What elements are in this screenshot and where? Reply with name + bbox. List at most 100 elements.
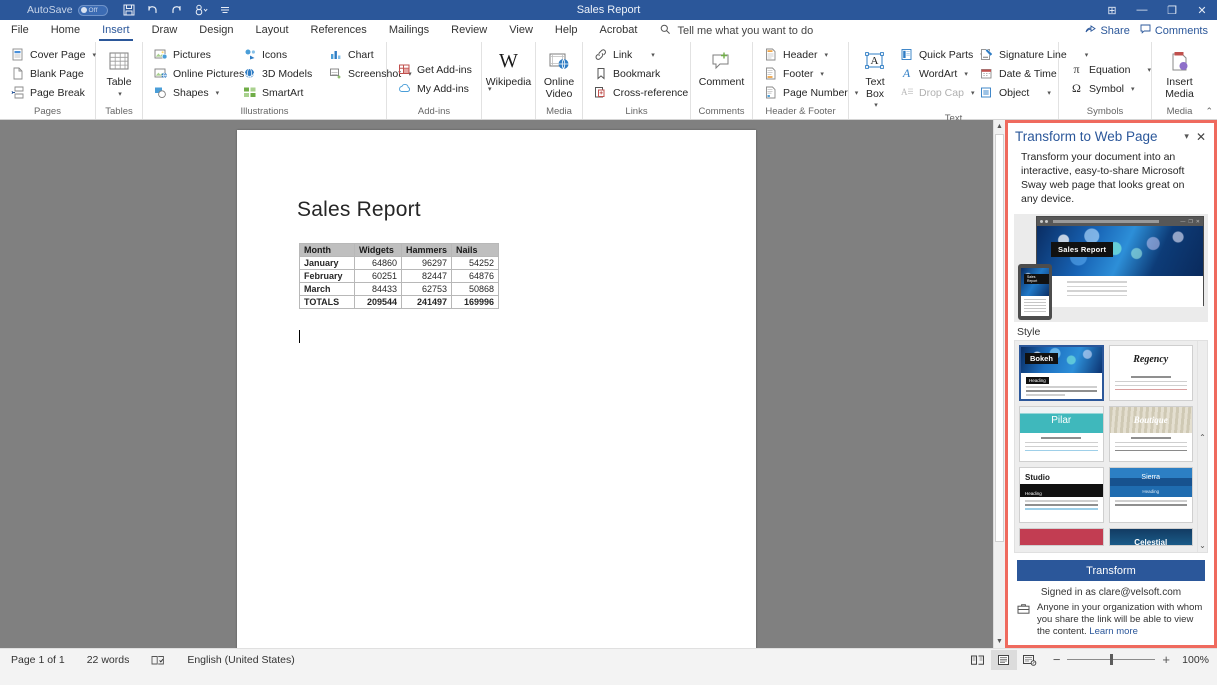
tab-references[interactable]: References	[300, 20, 378, 41]
scrollbar-thumb[interactable]	[995, 134, 1004, 542]
undo-icon[interactable]	[141, 1, 165, 19]
comment-button[interactable]: Comment	[697, 45, 746, 89]
smartart-button[interactable]: SmartArt	[238, 83, 324, 102]
zoom-out-button[interactable]: −	[1053, 652, 1061, 667]
table-button[interactable]: Table ▾	[97, 45, 141, 100]
document-canvas[interactable]: Sales Report Month Widgets Hammers Nails…	[0, 120, 993, 648]
online-video-button[interactable]: Online Video	[537, 45, 581, 100]
chevron-down-icon[interactable]: ▾	[971, 89, 975, 97]
collapse-ribbon-button[interactable]: ⌃	[1205, 106, 1213, 117]
page-indicator[interactable]: Page 1 of 1	[0, 649, 76, 671]
vertical-scrollbar[interactable]: ▲ ▼	[993, 120, 1005, 648]
zoom-control[interactable]: − + 100%	[1043, 652, 1209, 667]
chevron-down-icon[interactable]: ▾	[1047, 89, 1051, 97]
sales-table[interactable]: Month Widgets Hammers Nails January 6486…	[299, 243, 500, 309]
equation-button[interactable]: π Equation ▾	[1065, 60, 1155, 79]
chevron-down-icon[interactable]: ▾	[118, 89, 122, 101]
tab-acrobat[interactable]: Acrobat	[589, 20, 649, 41]
shapes-button[interactable]: Shapes ▾	[149, 83, 238, 102]
3d-models-button[interactable]: 3D Models ▾	[238, 64, 335, 83]
online-pictures-button[interactable]: Online Pictures	[149, 64, 244, 83]
style-thumb-boutique[interactable]: Boutique	[1108, 406, 1193, 462]
get-addins-button[interactable]: Get Add-ins	[393, 60, 495, 79]
my-addins-button[interactable]: My Add-ins ▾	[393, 79, 495, 98]
header-button[interactable]: Header ▾	[759, 45, 862, 64]
screenshot-button[interactable]: Screenshot ▾	[324, 64, 412, 83]
close-button[interactable]: ✕	[1187, 0, 1217, 20]
style-thumb-crimson[interactable]	[1019, 528, 1104, 546]
chevron-down-icon[interactable]: ▾	[824, 51, 828, 59]
pictures-button[interactable]: Pictures	[149, 45, 238, 64]
scroll-down-arrow[interactable]: ⌄	[1199, 541, 1206, 550]
scroll-up-arrow-icon[interactable]: ▲	[994, 120, 1005, 133]
tell-me-search[interactable]: Tell me what you want to do	[660, 20, 813, 41]
print-layout-icon[interactable]	[990, 649, 1017, 670]
language-indicator[interactable]: English (United States)	[176, 649, 305, 671]
style-thumb-celestial[interactable]: Celestial	[1108, 528, 1193, 546]
bookmark-button[interactable]: Bookmark	[589, 64, 692, 83]
symbol-button[interactable]: Ω Symbol ▾	[1065, 79, 1155, 98]
signature-line-button[interactable]: Signature Line ▾	[975, 45, 1088, 64]
save-icon[interactable]	[117, 1, 141, 19]
blank-page-button[interactable]: Blank Page	[6, 64, 100, 83]
close-icon[interactable]: ✕	[1196, 130, 1208, 144]
transform-button[interactable]: Transform	[1017, 560, 1205, 581]
tab-file[interactable]: File	[0, 20, 40, 41]
chevron-down-icon[interactable]: ▾	[651, 51, 655, 59]
autosave-control[interactable]: AutoSave Off	[27, 4, 108, 16]
minimize-button[interactable]: —	[1127, 0, 1157, 20]
tab-review[interactable]: Review	[440, 20, 498, 41]
style-thumb-bokeh[interactable]: Bokeh Heading	[1019, 345, 1104, 401]
tab-layout[interactable]: Layout	[245, 20, 300, 41]
style-thumb-regency[interactable]: Regency	[1108, 345, 1193, 401]
style-thumb-pilar[interactable]: Pilar	[1019, 406, 1104, 462]
autosave-toggle[interactable]: Off	[77, 4, 108, 16]
chevron-down-icon[interactable]: ▾	[874, 100, 878, 112]
page-number-button[interactable]: Page Number ▾	[759, 83, 862, 102]
object-button[interactable]: Object ▾	[975, 83, 1063, 102]
cross-reference-button[interactable]: Cross-reference	[589, 83, 692, 102]
zoom-slider-knob[interactable]	[1109, 654, 1113, 665]
web-layout-icon[interactable]	[1017, 650, 1043, 670]
tab-draw[interactable]: Draw	[141, 20, 189, 41]
maximize-button[interactable]: ❐	[1157, 0, 1187, 20]
cover-page-button[interactable]: Cover Page ▾	[6, 45, 100, 64]
read-mode-icon[interactable]	[965, 650, 991, 670]
tab-design[interactable]: Design	[188, 20, 244, 41]
customize-qat-icon[interactable]	[189, 1, 213, 19]
tab-insert[interactable]: Insert	[91, 20, 141, 41]
wordart-button[interactable]: A WordArt ▾	[895, 64, 975, 83]
style-gallery-scrollbar[interactable]: chevron-up-icon ⌃ ⌄	[1197, 341, 1207, 552]
footer-button[interactable]: Footer ▾	[759, 64, 862, 83]
zoom-in-button[interactable]: +	[1162, 652, 1170, 667]
scroll-down-arrow-icon[interactable]: ▼	[994, 635, 1005, 648]
redo-icon[interactable]	[165, 1, 189, 19]
scroll-up-arrow[interactable]: ⌃	[1199, 433, 1206, 442]
text-box-button[interactable]: A Text Box ▾	[855, 45, 895, 112]
share-button[interactable]: Share	[1085, 24, 1130, 37]
insert-media-button[interactable]: Insert Media	[1158, 45, 1202, 100]
chevron-down-icon[interactable]: ▾	[1177, 131, 1196, 142]
drop-cap-button[interactable]: A Drop Cap ▾	[895, 83, 975, 102]
tab-home[interactable]: Home	[40, 20, 91, 41]
chart-button[interactable]: Chart	[324, 45, 392, 64]
ribbon-display-options-icon[interactable]	[213, 1, 237, 19]
icons-button[interactable]: Icons	[238, 45, 324, 64]
document-page[interactable]: Sales Report Month Widgets Hammers Nails…	[237, 130, 756, 648]
comments-button[interactable]: Comments	[1140, 24, 1208, 37]
zoom-slider[interactable]	[1067, 653, 1156, 667]
date-time-button[interactable]: Date & Time	[975, 64, 1063, 83]
tab-mailings[interactable]: Mailings	[378, 20, 440, 41]
style-thumb-sierra[interactable]: Sierra Heading	[1108, 467, 1193, 523]
link-button[interactable]: Link ▾	[589, 45, 692, 64]
chevron-down-icon[interactable]: ▾	[216, 89, 220, 97]
restore-pane-icon[interactable]: ⊞	[1097, 0, 1127, 20]
quick-parts-button[interactable]: Quick Parts ▾	[895, 45, 984, 64]
wikipedia-button[interactable]: W Wikipedia	[486, 45, 532, 89]
chevron-down-icon[interactable]: ▾	[964, 70, 968, 78]
page-break-button[interactable]: Page Break	[6, 83, 100, 102]
chevron-down-icon[interactable]: ▾	[1147, 66, 1151, 74]
zoom-level[interactable]: 100%	[1177, 654, 1209, 666]
tab-help[interactable]: Help	[544, 20, 589, 41]
word-count[interactable]: 22 words	[76, 649, 141, 671]
